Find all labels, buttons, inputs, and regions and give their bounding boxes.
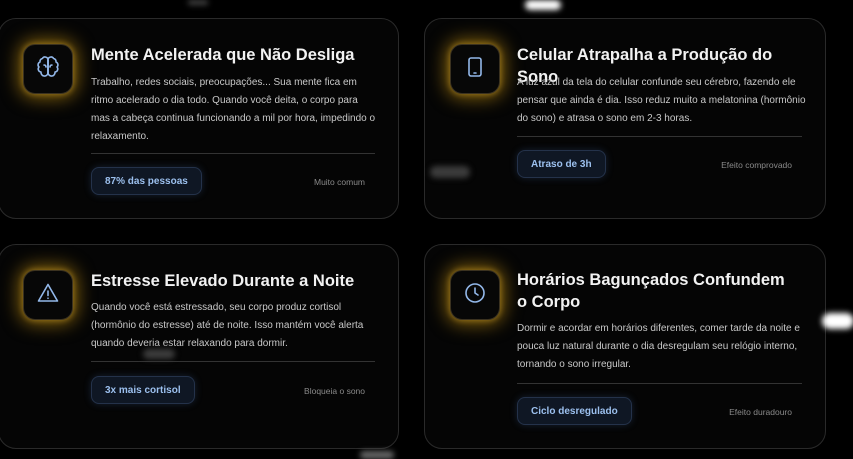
card-description: Trabalho, redes sociais, preocupações...…: [91, 77, 376, 142]
clock-icon: [463, 281, 487, 310]
blurred-artifact: [822, 313, 853, 329]
card-icon-box: [23, 44, 73, 94]
card-description: Dormir e acordar em horários diferentes,…: [517, 323, 800, 370]
effect-label: Efeito duradouro: [729, 407, 792, 417]
card-title: Horários Bagunçados Confundem o Corpo: [517, 271, 785, 311]
card-divider: [517, 383, 802, 384]
blurred-artifact: [188, 0, 208, 5]
card-irregular-schedule: Horários Bagunçados Confundem o Corpo Do…: [424, 244, 826, 449]
brain-icon: [36, 55, 60, 84]
card-icon-box: [450, 270, 500, 320]
blurred-artifact: [143, 349, 175, 359]
effect-label: Efeito comprovado: [721, 160, 792, 170]
card-divider: [91, 361, 375, 362]
blurred-artifact: [360, 451, 394, 459]
card-night-stress: Estresse Elevado Durante a Noite Quando …: [0, 244, 399, 449]
effect-label: Muito comum: [313, 177, 365, 187]
blurred-artifact: [430, 166, 470, 178]
card-phone-sleep: Celular Atrapalha a Produção do Sono A l…: [424, 18, 826, 219]
stat-badge: 87% das pessoas: [91, 167, 202, 195]
card-icon-box: [450, 44, 500, 94]
stat-badge: Atraso de 3h: [517, 150, 606, 178]
card-divider: [91, 153, 375, 154]
card-title: Estresse Elevado Durante a Noite: [91, 272, 355, 290]
effect-label: Bloqueia o sono: [304, 386, 365, 396]
warning-triangle-icon: [36, 281, 60, 310]
stat-badge: Ciclo desregulado: [517, 397, 632, 425]
blurred-artifact: [525, 0, 561, 10]
card-description: A luz azul da tela do celular confunde s…: [517, 77, 806, 124]
card-divider: [517, 136, 802, 137]
card-icon-box: [23, 270, 73, 320]
card-title: Mente Acelerada que Não Desliga: [91, 46, 355, 64]
stat-badge: 3x mais cortisol: [91, 376, 195, 404]
card-mind-racing: Mente Acelerada que Não Desliga Trabalho…: [0, 18, 399, 219]
smartphone-icon: [463, 55, 487, 84]
card-description: Quando você está estressado, seu corpo p…: [91, 302, 364, 349]
